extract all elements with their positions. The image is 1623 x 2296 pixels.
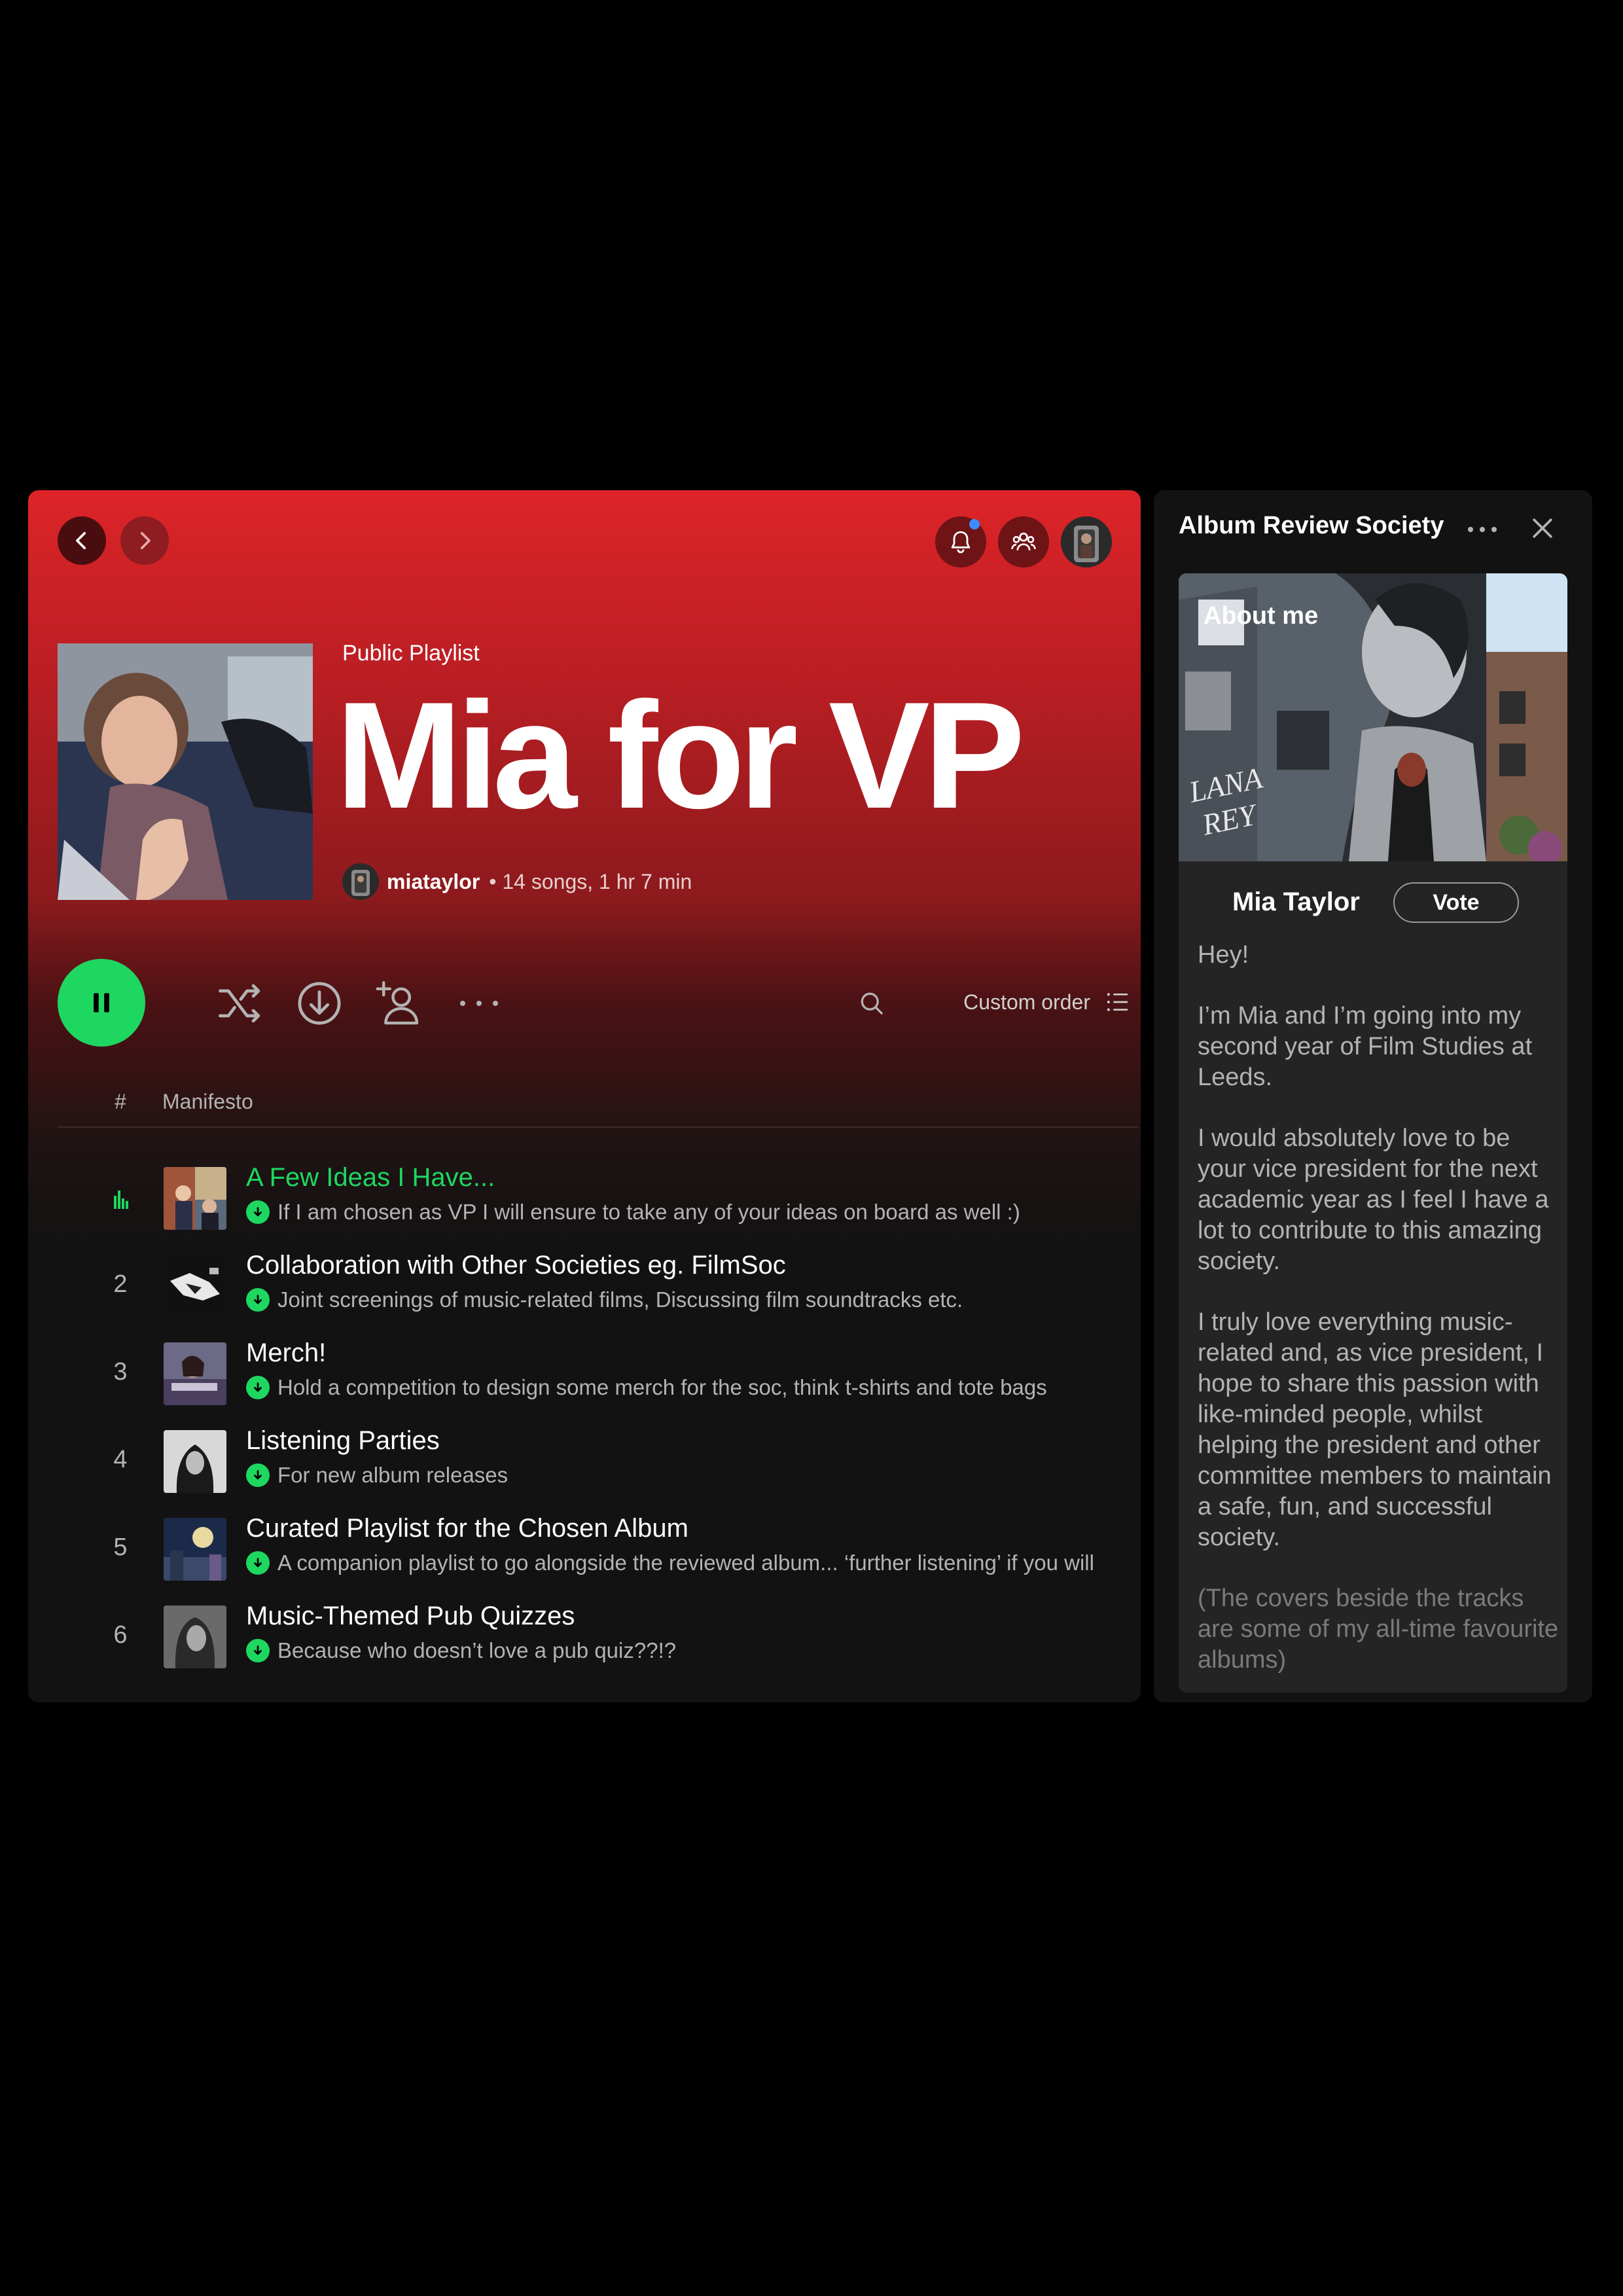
pause-icon — [94, 993, 109, 1013]
index-column-header: # — [115, 1090, 126, 1113]
track-row[interactable]: 3 Merch! Hold a competition to design so… — [58, 1333, 1141, 1421]
bio-paragraph: Hey! — [1198, 941, 1249, 969]
album-cover — [164, 1255, 226, 1318]
track-row[interactable]: 5 Curated Playlist for the Chosen Album … — [58, 1509, 1141, 1596]
notifications-button[interactable] — [935, 516, 986, 567]
downloaded-icon — [246, 1639, 270, 1662]
track-description: Joint screenings of music-related films,… — [277, 1287, 963, 1312]
playlist-title: Mia for VP — [336, 671, 1025, 840]
close-panel-button[interactable] — [1528, 514, 1557, 546]
playlist-type: Public Playlist — [342, 641, 480, 666]
about-heading: About me — [1204, 602, 1319, 630]
back-button[interactable] — [58, 516, 106, 565]
search-in-playlist-button[interactable] — [847, 978, 897, 1028]
track-row[interactable]: 4 Listening Parties For new album releas… — [58, 1421, 1141, 1509]
artist-name[interactable]: Mia Taylor — [1232, 888, 1360, 917]
track-number: 6 — [113, 1621, 128, 1649]
list-icon — [1107, 993, 1128, 1011]
downloaded-icon — [246, 1551, 270, 1575]
bio-paragraph: (The covers beside the tracks are some o… — [1198, 1585, 1559, 1674]
action-bar: Custom order — [58, 959, 1137, 1048]
downloaded-icon — [246, 1463, 270, 1487]
track-list: A Few Ideas I Have... If I am chosen as … — [58, 1158, 1141, 1684]
panel-more-button[interactable] — [1463, 516, 1502, 543]
bio-paragraph: I truly love everything music-related an… — [1198, 1308, 1552, 1551]
track-description: A companion playlist to go alongside the… — [277, 1551, 1094, 1575]
track-title[interactable]: Collaboration with Other Societies eg. F… — [246, 1251, 786, 1280]
track-list-header: # Manifesto — [58, 1086, 1139, 1128]
now-playing-panel: Album Review Society LANA REY About me M… — [1154, 490, 1592, 1702]
track-description: Hold a competition to design some merch … — [277, 1375, 1047, 1399]
friend-activity-button[interactable] — [998, 516, 1049, 567]
downloaded-icon — [246, 1200, 270, 1224]
track-title[interactable]: Curated Playlist for the Chosen Album — [246, 1514, 688, 1543]
sort-order-button[interactable]: Custom order — [963, 989, 1131, 1015]
album-cover — [164, 1605, 226, 1668]
track-title[interactable]: Merch! — [246, 1338, 326, 1368]
add-user-icon — [376, 981, 419, 1025]
vote-button[interactable]: Vote — [1393, 882, 1519, 923]
chevron-right-icon — [140, 531, 151, 550]
artist-bio: Hey! I’m Mia and I’m going into my secon… — [1198, 940, 1564, 1693]
track-number: 3 — [113, 1358, 128, 1386]
album-cover — [164, 1430, 226, 1493]
album-cover — [164, 1518, 226, 1581]
track-description: Because who doesn’t love a pub quiz??!? — [277, 1638, 677, 1662]
notification-dot — [969, 519, 980, 529]
download-icon — [298, 982, 341, 1025]
track-description: For new album releases — [277, 1463, 508, 1487]
bio-paragraph: I would absolutely love to be your vice … — [1198, 1124, 1549, 1275]
forward-button[interactable] — [120, 516, 169, 565]
artist-photo: LANA REY About me — [1179, 573, 1567, 861]
shuffle-button[interactable] — [216, 978, 266, 1028]
playlist-view: Public Playlist Mia for VP miataylor • 1… — [28, 490, 1141, 1702]
user-avatar-button[interactable] — [1061, 516, 1112, 567]
track-number: 2 — [113, 1270, 128, 1298]
sort-order-label: Custom order — [963, 990, 1090, 1014]
track-number: 5 — [113, 1534, 128, 1561]
playlist-meta: miataylor • 14 songs, 1 hr 7 min — [342, 863, 692, 900]
playlist-cover — [58, 643, 313, 900]
pause-button[interactable] — [58, 959, 145, 1047]
download-button[interactable] — [294, 978, 344, 1028]
shuffle-icon — [218, 984, 260, 1023]
search-icon — [861, 992, 883, 1014]
chevron-left-icon — [76, 531, 86, 550]
playlist-stats: • 14 songs, 1 hr 7 min — [489, 869, 692, 893]
friends-icon — [1011, 532, 1036, 550]
more-icon — [460, 1001, 498, 1006]
track-row[interactable]: 2 Collaboration with Other Societies eg.… — [58, 1246, 1141, 1333]
bell-icon — [951, 531, 971, 554]
track-row[interactable]: 6 Music-Themed Pub Quizzes Because who d… — [58, 1596, 1141, 1684]
track-title[interactable]: A Few Ideas I Have... — [246, 1163, 495, 1193]
artist-card: LANA REY About me Mia Taylor Vote Hey! I… — [1179, 573, 1567, 1693]
equalizer-icon — [114, 1191, 128, 1209]
track-title[interactable]: Music-Themed Pub Quizzes — [246, 1602, 575, 1631]
downloaded-icon — [246, 1288, 270, 1312]
track-number: 4 — [113, 1446, 128, 1473]
downloaded-icon — [246, 1376, 270, 1399]
album-cover — [164, 1167, 226, 1230]
owner-avatar — [342, 863, 379, 900]
invite-collaborator-button[interactable] — [374, 978, 424, 1028]
title-column-header[interactable]: Manifesto — [162, 1090, 253, 1114]
track-row[interactable]: A Few Ideas I Have... If I am chosen as … — [58, 1158, 1141, 1246]
bio-paragraph: I’m Mia and I’m going into my second yea… — [1198, 1002, 1533, 1091]
avatar — [1061, 516, 1112, 567]
more-options-button[interactable] — [454, 978, 504, 1028]
owner-link[interactable]: miataylor — [387, 870, 480, 894]
panel-title[interactable]: Album Review Society — [1179, 512, 1444, 540]
close-icon — [1533, 518, 1552, 538]
album-cover — [164, 1342, 226, 1405]
more-icon — [1468, 527, 1497, 532]
track-title[interactable]: Listening Parties — [246, 1426, 440, 1456]
track-description: If I am chosen as VP I will ensure to ta… — [277, 1200, 1020, 1224]
